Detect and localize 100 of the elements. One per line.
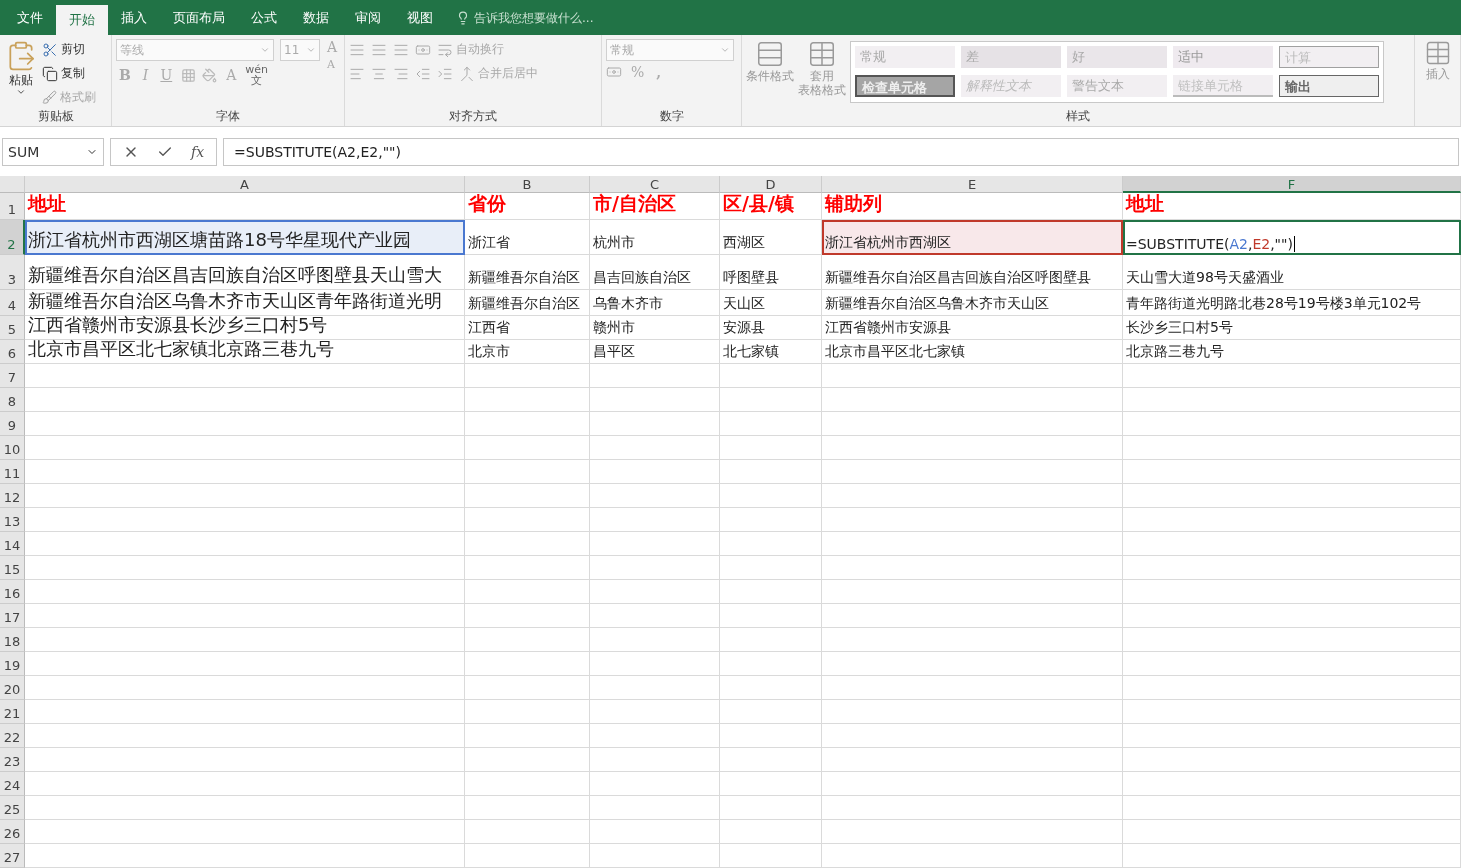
empty-cell[interactable] [1123, 772, 1461, 796]
empty-cell[interactable] [590, 388, 720, 412]
empty-cell[interactable] [465, 604, 590, 628]
empty-cell[interactable] [822, 364, 1123, 388]
ribbon-tab[interactable]: 视图 [394, 3, 446, 33]
table-cell[interactable]: 北京路三巷九号 [1123, 340, 1461, 364]
empty-cell[interactable] [822, 556, 1123, 580]
empty-cell[interactable] [1123, 364, 1461, 388]
empty-cell[interactable] [720, 700, 822, 724]
empty-cell[interactable] [822, 484, 1123, 508]
empty-cell[interactable] [590, 748, 720, 772]
empty-cell[interactable] [1123, 484, 1461, 508]
empty-cell[interactable] [822, 700, 1123, 724]
currency-icon[interactable] [606, 64, 622, 80]
empty-cell[interactable] [720, 844, 822, 868]
empty-cell[interactable] [822, 532, 1123, 556]
empty-cell[interactable] [590, 772, 720, 796]
table-cell[interactable]: =SUBSTITUTE(A2,E2,"") [1123, 220, 1461, 255]
table-cell[interactable]: 乌鲁木齐市 [590, 290, 720, 316]
table-cell[interactable]: 新疆维吾尔自治区 [465, 290, 590, 316]
ribbon-tab[interactable]: 数据 [290, 3, 342, 33]
empty-cell[interactable] [720, 748, 822, 772]
empty-cell[interactable] [590, 508, 720, 532]
empty-cell[interactable] [822, 580, 1123, 604]
empty-cell[interactable] [1123, 556, 1461, 580]
empty-cell[interactable] [822, 604, 1123, 628]
empty-cell[interactable] [720, 364, 822, 388]
row-header[interactable]: 19 [0, 652, 25, 676]
empty-cell[interactable] [822, 412, 1123, 436]
row-header[interactable]: 5 [0, 316, 25, 340]
row-header[interactable]: 23 [0, 748, 25, 772]
row-header[interactable]: 16 [0, 580, 25, 604]
empty-cell[interactable] [465, 844, 590, 868]
cell-style-option[interactable]: 输出 [1279, 74, 1379, 97]
empty-cell[interactable] [1123, 508, 1461, 532]
copy-button[interactable]: 复制 [42, 63, 96, 84]
row-header[interactable]: 6 [0, 340, 25, 364]
empty-cell[interactable] [590, 484, 720, 508]
row-header[interactable]: 27 [0, 844, 25, 868]
table-cell[interactable]: 长沙乡三口村5号 [1123, 316, 1461, 340]
empty-cell[interactable] [590, 412, 720, 436]
column-header[interactable]: D [720, 176, 822, 193]
table-cell[interactable]: 昌平区 [590, 340, 720, 364]
table-cell[interactable]: 江西省 [465, 316, 590, 340]
name-box[interactable]: SUM [2, 137, 104, 166]
row-header[interactable]: 2 [0, 220, 25, 255]
table-cell[interactable]: 赣州市 [590, 316, 720, 340]
table-cell[interactable]: 新疆维吾尔自治区昌吉回族自治区呼图壁县 [822, 255, 1123, 290]
column-title-cell[interactable]: 地址 [1123, 193, 1461, 220]
empty-cell[interactable] [1123, 844, 1461, 868]
empty-cell[interactable] [720, 724, 822, 748]
cut-button[interactable]: 剪切 [42, 39, 96, 60]
ribbon-tab[interactable]: 页面布局 [160, 3, 238, 33]
empty-cell[interactable] [465, 556, 590, 580]
empty-cell[interactable] [720, 484, 822, 508]
table-cell[interactable]: 北京市昌平区北七家镇 [822, 340, 1123, 364]
empty-cell[interactable] [720, 652, 822, 676]
row-header[interactable]: 15 [0, 556, 25, 580]
empty-cell[interactable] [822, 772, 1123, 796]
fill-color-icon[interactable] [202, 67, 218, 83]
empty-cell[interactable] [590, 652, 720, 676]
empty-cell[interactable] [590, 436, 720, 460]
table-cell[interactable]: 昌吉回族自治区 [590, 255, 720, 290]
column-title-cell[interactable]: 区/县/镇 [720, 193, 822, 220]
empty-cell[interactable] [590, 676, 720, 700]
empty-cell[interactable] [465, 388, 590, 412]
table-cell[interactable]: 新疆维吾尔自治区 [465, 255, 590, 290]
row-header[interactable]: 20 [0, 676, 25, 700]
empty-cell[interactable] [720, 796, 822, 820]
empty-cell[interactable] [1123, 724, 1461, 748]
empty-cell[interactable] [720, 676, 822, 700]
paste-button[interactable]: 粘贴 [4, 39, 38, 108]
row-header[interactable]: 17 [0, 604, 25, 628]
empty-cell[interactable] [720, 772, 822, 796]
empty-cell[interactable] [822, 460, 1123, 484]
empty-cell[interactable] [822, 844, 1123, 868]
empty-cell[interactable] [822, 628, 1123, 652]
row-header[interactable]: 22 [0, 724, 25, 748]
empty-cell[interactable] [720, 580, 822, 604]
column-header[interactable]: C [590, 176, 720, 193]
ribbon-tab[interactable]: 插入 [108, 3, 160, 33]
empty-cell[interactable] [590, 460, 720, 484]
empty-cell[interactable] [720, 820, 822, 844]
empty-cell[interactable] [590, 628, 720, 652]
row-header[interactable]: 13 [0, 508, 25, 532]
table-cell[interactable]: 新疆维吾尔自治区乌鲁木齐市天山区青年路街道光明 [25, 290, 465, 316]
empty-cell[interactable] [720, 556, 822, 580]
empty-cell[interactable] [590, 604, 720, 628]
empty-cell[interactable] [590, 700, 720, 724]
row-header[interactable]: 9 [0, 412, 25, 436]
empty-cell[interactable] [590, 844, 720, 868]
row-header[interactable]: 1 [0, 193, 25, 220]
empty-cell[interactable] [1123, 604, 1461, 628]
empty-cell[interactable] [822, 388, 1123, 412]
empty-cell[interactable] [1123, 652, 1461, 676]
empty-cell[interactable] [1123, 676, 1461, 700]
row-header[interactable]: 18 [0, 628, 25, 652]
empty-cell[interactable] [1123, 700, 1461, 724]
table-cell[interactable]: 北七家镇 [720, 340, 822, 364]
row-header[interactable]: 25 [0, 796, 25, 820]
